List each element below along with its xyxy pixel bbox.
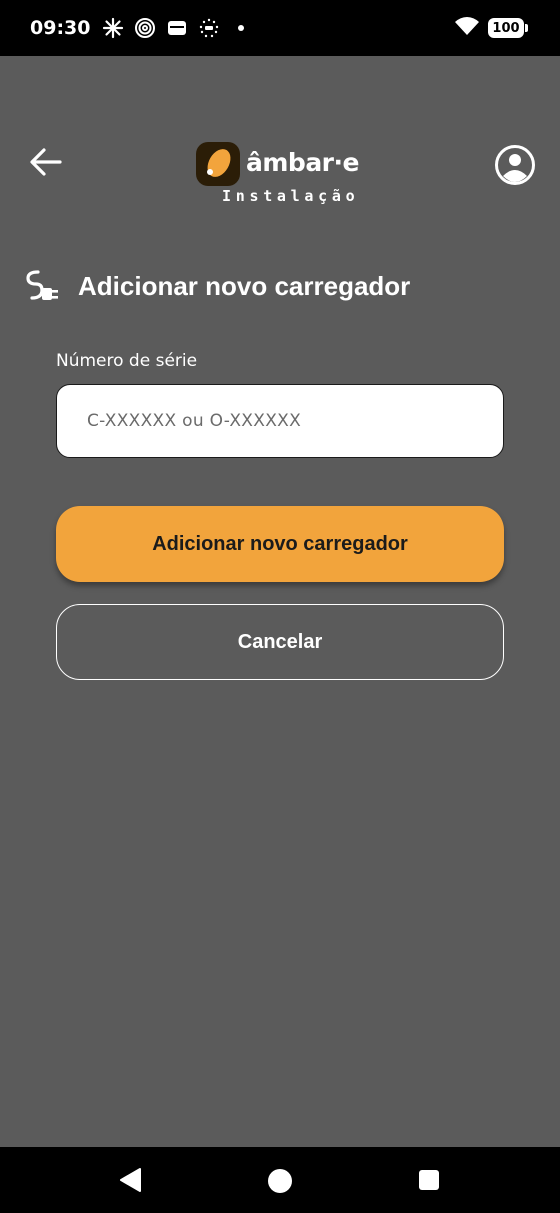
nav-recents-icon[interactable]: [419, 1170, 439, 1190]
back-button[interactable]: [26, 142, 66, 182]
status-notification-icons: [102, 17, 252, 39]
add-charger-button[interactable]: Adicionar novo carregador: [56, 506, 504, 582]
notification-dot-icon: [230, 17, 252, 39]
nav-home-icon[interactable]: [268, 1169, 292, 1193]
account-circle-icon: [495, 145, 535, 185]
status-system-icons: 100: [454, 0, 528, 56]
wifi-icon: [454, 15, 480, 42]
status-time: 09:30: [30, 17, 91, 39]
amber-drop-icon: [196, 142, 240, 186]
system-nav-bar: [0, 1147, 560, 1213]
profile-button[interactable]: [494, 144, 536, 186]
battery-icon: 100: [488, 18, 528, 38]
brand-logo: âmbar·e Instalação: [196, 142, 376, 212]
status-bar: 09:30 100: [0, 0, 560, 56]
sparkle-icon: [102, 17, 124, 39]
brand-name: âmbar·e: [246, 148, 359, 177]
app-header: âmbar·e Instalação: [0, 120, 560, 220]
spiral-icon: [134, 17, 156, 39]
arrow-left-icon: [30, 148, 62, 176]
serial-number-input[interactable]: [56, 384, 504, 458]
cancel-button[interactable]: Cancelar: [56, 604, 504, 680]
wallet-icon: [166, 17, 188, 39]
serial-number-label: Número de série: [56, 351, 198, 371]
euro-dots-icon: [198, 17, 220, 39]
plug-icon: [24, 268, 60, 304]
page-title: Adicionar novo carregador: [78, 270, 411, 301]
brand-subtitle: Instalação: [222, 187, 360, 205]
nav-back-icon[interactable]: [118, 1167, 142, 1193]
title-row: Adicionar novo carregador: [24, 266, 410, 306]
